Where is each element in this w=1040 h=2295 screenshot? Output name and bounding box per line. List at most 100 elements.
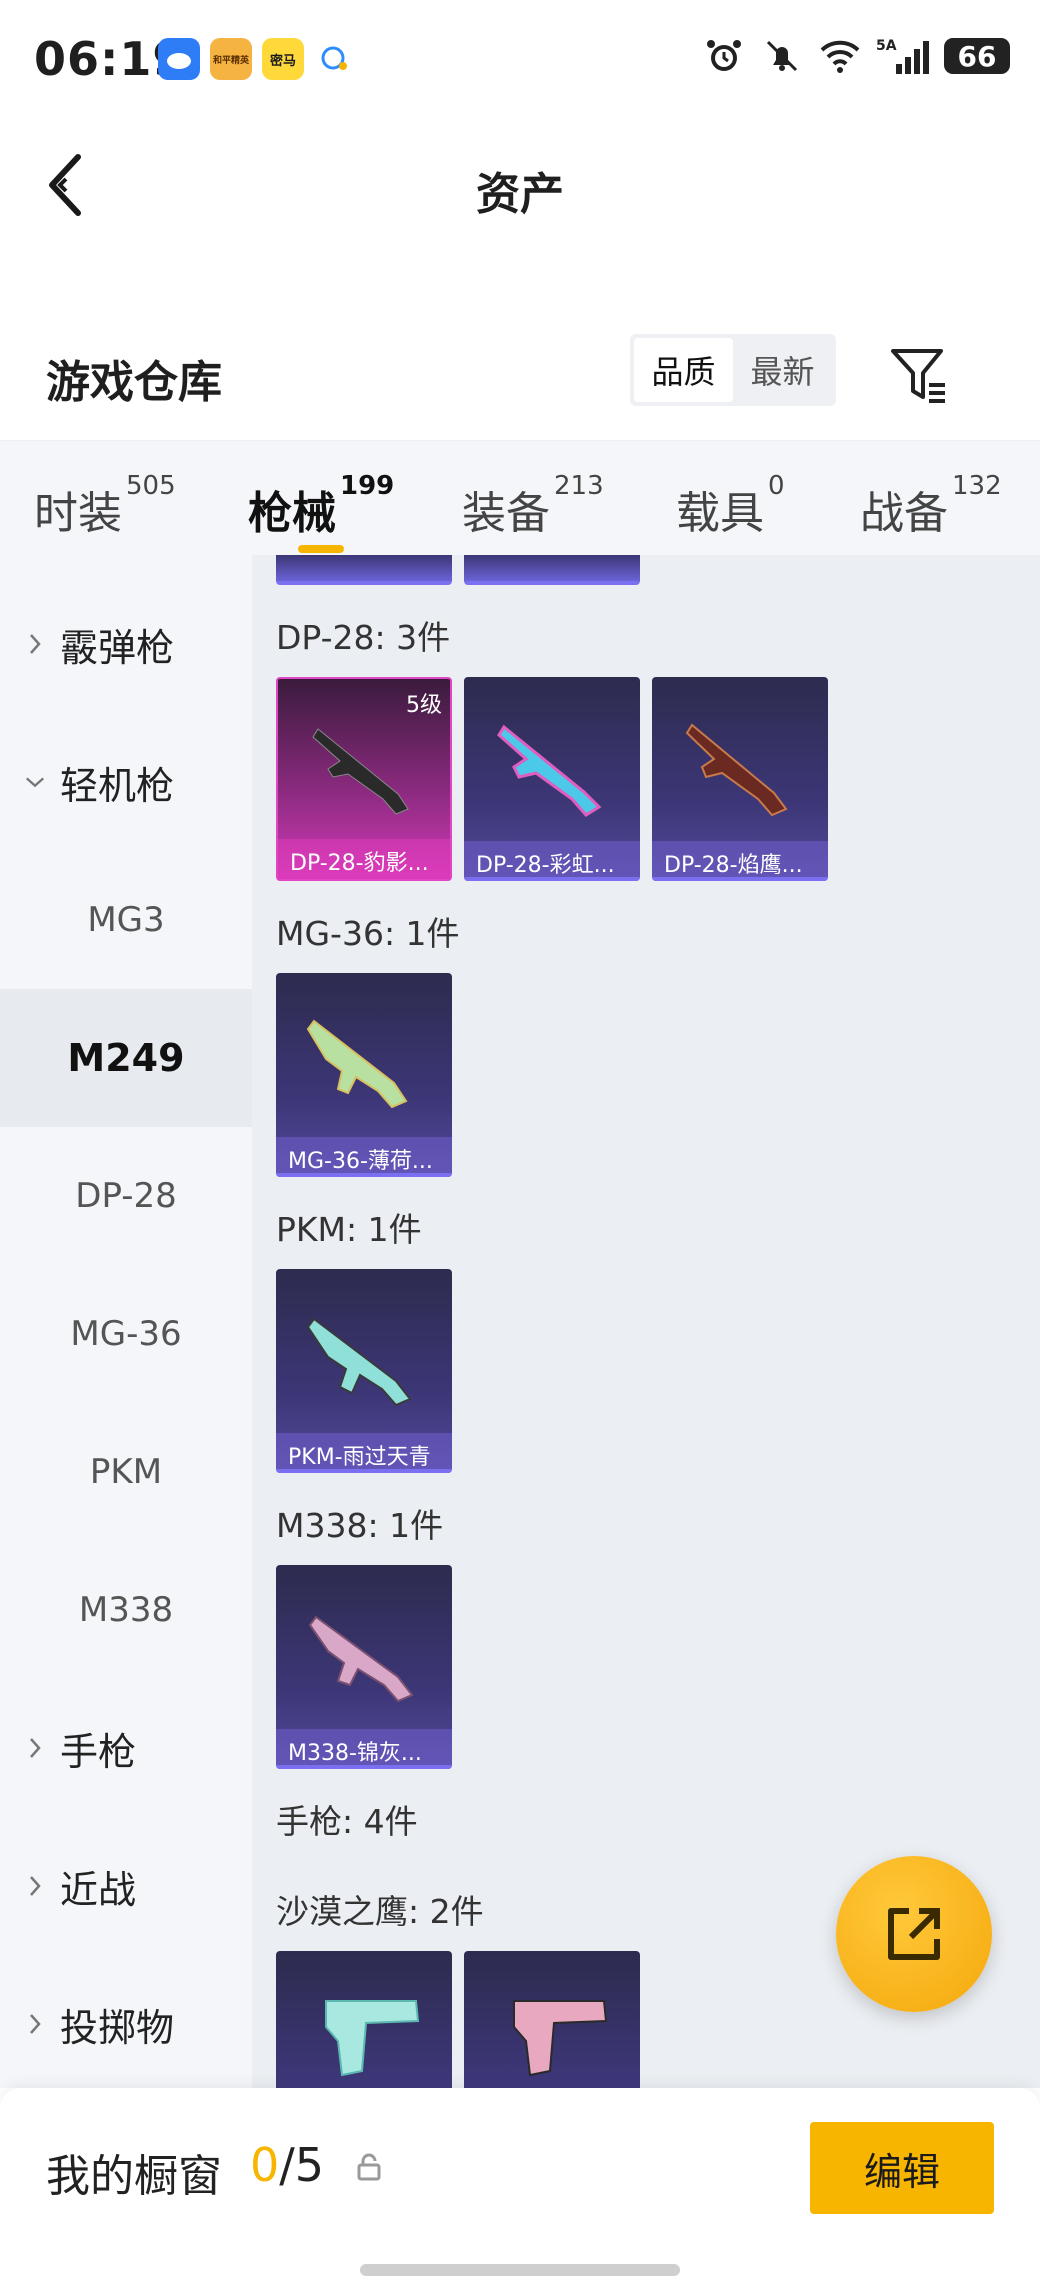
category-tabs: 时装505 枪械199 装备213 载具0 战备132 — [0, 440, 1040, 555]
alarm-icon — [702, 34, 746, 78]
gun-skin-image — [308, 1615, 414, 1703]
sidebar-item-m338[interactable]: M338 — [0, 1541, 252, 1679]
home-indicator[interactable] — [360, 2264, 680, 2276]
tab-count: 505 — [126, 471, 176, 501]
warehouse-title: 游戏仓库 — [46, 357, 222, 408]
item-card[interactable]: DP-28-焰鹰... — [652, 677, 828, 881]
chevron-right-icon — [24, 1874, 46, 1898]
showcase-max: 5 — [294, 2138, 325, 2192]
game-app-icon: 和平精英 — [210, 38, 252, 80]
tab-label: 载具 — [676, 488, 764, 539]
section-label: MG-36: 1件 — [276, 914, 460, 953]
filter-icon — [891, 349, 945, 403]
chevron-down-icon — [24, 775, 46, 789]
signal-icon: 5A — [876, 34, 930, 78]
filter-button[interactable] — [884, 340, 954, 410]
wifi-icon — [818, 34, 862, 78]
item-card-partial[interactable] — [464, 555, 640, 585]
item-card[interactable]: M338-锦灰... — [276, 1565, 452, 1769]
tab-vehicles[interactable]: 载具0 — [676, 471, 785, 541]
section-label: PKM: 1件 — [276, 1210, 422, 1249]
battery-indicator: 66 — [944, 38, 1010, 74]
chat-app-icon — [314, 38, 356, 80]
item-card[interactable] — [276, 1951, 452, 2088]
item-name: DP-28-彩虹... — [464, 841, 640, 881]
sidebar-item-label: 投掷物 — [60, 2005, 175, 2050]
item-card[interactable]: MG-36-薄荷... — [276, 973, 452, 1177]
showcase-count: 0/5 — [250, 2138, 324, 2192]
chevron-right-icon — [24, 632, 46, 656]
chevron-right-icon — [24, 1736, 46, 1760]
sidebar-item-label: 轻机枪 — [60, 763, 175, 808]
section-label: DP-28: 3件 — [276, 618, 451, 657]
gun-skin-image — [306, 1019, 408, 1109]
tab-equipment[interactable]: 装备213 — [462, 471, 604, 541]
sidebar-item-melee[interactable]: 近战 — [0, 1817, 252, 1955]
item-card[interactable]: 5级 DP-28-豹影... — [276, 677, 452, 881]
item-card[interactable] — [464, 1951, 640, 2088]
sidebar-item-throwable[interactable]: 投掷物 — [0, 1955, 252, 2088]
card-rarity-bar — [464, 877, 640, 881]
sidebar-item-pkm[interactable]: PKM — [0, 1403, 252, 1541]
warehouse-header: 游戏仓库 品质 最新 — [0, 320, 1040, 440]
svg-text:5A: 5A — [876, 38, 897, 54]
tab-fashion[interactable]: 时装505 — [34, 471, 176, 541]
item-name: DP-28-焰鹰... — [652, 841, 828, 881]
gun-skin-image — [513, 2000, 608, 2077]
content-area: 霰弹枪 轻机枪 MG3 M249 DP-28 MG-36 PKM M338 手枪… — [0, 555, 1040, 2088]
edit-button[interactable]: 编辑 — [810, 2122, 994, 2214]
page-title: 资产 — [476, 169, 564, 220]
card-rarity-bar — [652, 877, 828, 881]
share-button[interactable] — [836, 1856, 992, 2012]
card-rarity-bar — [276, 1469, 452, 1473]
lock-icon — [357, 2153, 381, 2181]
gun-skin-image — [497, 724, 602, 817]
gun-skin-image — [325, 2000, 420, 2077]
share-icon — [888, 1908, 940, 1960]
sort-toggle: 品质 最新 — [630, 334, 836, 406]
showcase-bar: 我的橱窗 0/5 编辑 — [0, 2088, 1040, 2295]
section-label: 沙漠之鹰: 2件 — [276, 1892, 484, 1931]
sidebar-item-lmg[interactable]: 轻机枪 — [0, 713, 252, 851]
sidebar-item-label: 手枪 — [60, 1729, 137, 1774]
notification-icons: 和平精英 密马 — [158, 38, 356, 80]
sidebar-item-dp28[interactable]: DP-28 — [0, 1127, 252, 1265]
system-icons: 5A 66 — [702, 34, 1010, 78]
mute-icon — [760, 34, 804, 78]
nav-bar: 资产 — [0, 120, 1040, 250]
tab-label: 装备 — [462, 488, 550, 539]
item-name: M338-锦灰... — [276, 1729, 452, 1769]
tab-guns[interactable]: 枪械199 — [248, 471, 394, 541]
sidebar-item-label: 霰弹枪 — [60, 625, 175, 670]
item-card-partial[interactable] — [276, 555, 452, 585]
item-card[interactable]: PKM-雨过天青 — [276, 1269, 452, 1473]
gun-skin-image — [685, 723, 788, 817]
tab-supplies[interactable]: 战备132 — [860, 471, 1002, 541]
item-card[interactable]: DP-28-彩虹... — [464, 677, 640, 881]
item-name: PKM-雨过天青 — [276, 1433, 452, 1473]
weather-app-icon — [158, 38, 200, 80]
showcase-separator: / — [279, 2138, 295, 2192]
sidebar-item-label: 近战 — [60, 1867, 137, 1912]
sidebar-item-mg3[interactable]: MG3 — [0, 851, 252, 989]
sidebar-item-m249[interactable]: M249 — [0, 989, 252, 1127]
sort-option-quality[interactable]: 品质 — [634, 338, 733, 402]
status-bar: 06:19 和平精英 密马 5A 66 — [0, 0, 1040, 120]
sidebar-item-shotgun[interactable]: 霰弹枪 — [0, 575, 252, 713]
item-level-badge: 5级 — [406, 693, 442, 718]
sidebar-item-mg36[interactable]: MG-36 — [0, 1265, 252, 1403]
password-app-icon: 密马 — [262, 38, 304, 80]
sort-option-newest[interactable]: 最新 — [733, 338, 832, 402]
sidebar-item-pistol[interactable]: 手枪 — [0, 1679, 252, 1817]
gun-skin-image — [306, 1317, 412, 1407]
chevron-right-icon — [24, 2012, 46, 2036]
section-label: 手枪: 4件 — [276, 1802, 418, 1841]
showcase-current: 0 — [250, 2138, 280, 2192]
item-name: MG-36-薄荷... — [276, 1137, 452, 1177]
showcase-label: 我的橱窗 — [46, 2151, 222, 2202]
card-rarity-bar — [276, 1173, 452, 1177]
tab-count: 213 — [554, 471, 604, 501]
item-name: DP-28-豹影... — [278, 839, 450, 879]
tab-count: 132 — [952, 471, 1002, 501]
section-label: M338: 1件 — [276, 1506, 444, 1545]
